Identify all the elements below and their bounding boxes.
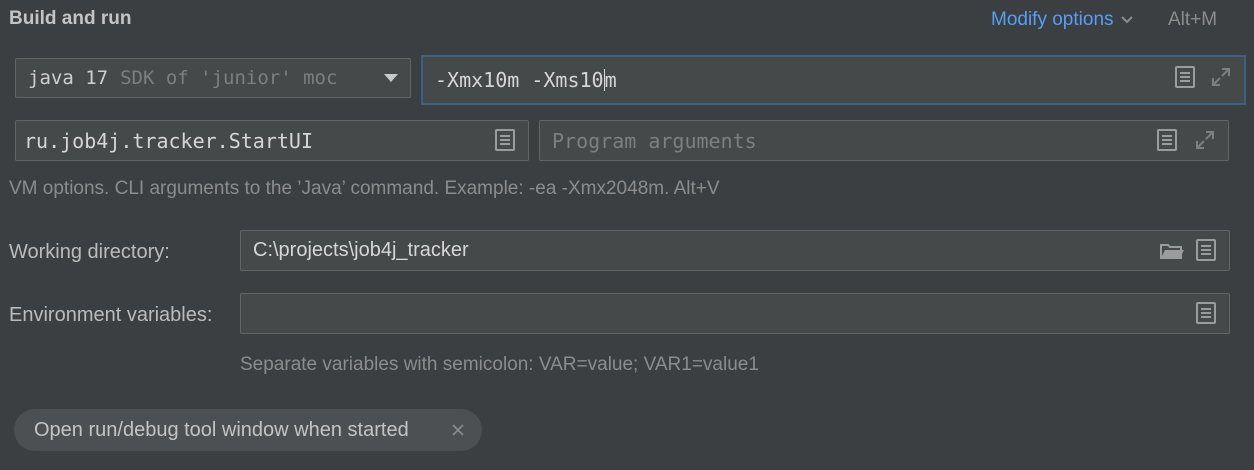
working-directory-input[interactable]: C:\projects\job4j_tracker [240, 230, 1230, 271]
browse-class-icon[interactable] [494, 128, 516, 152]
main-class-value: ru.job4j.tracker.StartUI [24, 128, 313, 153]
main-class-input[interactable]: ru.job4j.tracker.StartUI [15, 120, 529, 161]
environment-variables-input[interactable] [240, 293, 1230, 334]
run-tool-window-option-chip[interactable]: Open run/debug tool window when started [14, 409, 482, 451]
dropdown-arrow-icon[interactable] [384, 74, 398, 82]
working-directory-value: C:\projects\job4j_tracker [253, 239, 469, 261]
program-arguments-input[interactable]: Program arguments [539, 120, 1229, 161]
close-icon[interactable] [450, 422, 466, 438]
chip-label: Open run/debug tool window when started [34, 418, 409, 441]
section-title: Build and run [9, 8, 132, 29]
vm-options-value-tail: m [604, 68, 617, 92]
expand-text-icon[interactable] [1195, 238, 1217, 262]
chevron-down-icon [1120, 16, 1133, 24]
jdk-hint: SDK of 'junior' moc [120, 67, 338, 89]
jdk-version: java 17 [28, 67, 109, 89]
modify-options-link[interactable]: Modify options [991, 9, 1134, 31]
expand-text-icon[interactable] [1156, 128, 1178, 152]
vm-options-input[interactable]: -Xmx10m -Xms10 m [421, 55, 1246, 105]
program-arguments-placeholder: Program arguments [552, 128, 757, 153]
maximize-icon[interactable] [1194, 128, 1216, 152]
edit-variables-icon[interactable] [1195, 301, 1217, 325]
vm-options-value: -Xmx10m -Xms10 [435, 68, 604, 92]
maximize-icon[interactable] [1210, 65, 1232, 89]
jdk-select[interactable]: java 17 SDK of 'junior' moc [15, 58, 411, 98]
modify-options-label: Modify options [991, 9, 1114, 30]
environment-variables-hint: Separate variables with semicolon: VAR=v… [240, 354, 759, 375]
environment-variables-label: Environment variables: [9, 304, 213, 326]
expand-text-icon[interactable] [1174, 65, 1196, 89]
folder-icon[interactable] [1159, 239, 1185, 263]
vm-options-help-text: VM options. CLI arguments to the ’Java’ … [9, 178, 720, 199]
working-directory-label: Working directory: [9, 241, 170, 263]
modify-options-shortcut: Alt+M [1168, 9, 1218, 30]
